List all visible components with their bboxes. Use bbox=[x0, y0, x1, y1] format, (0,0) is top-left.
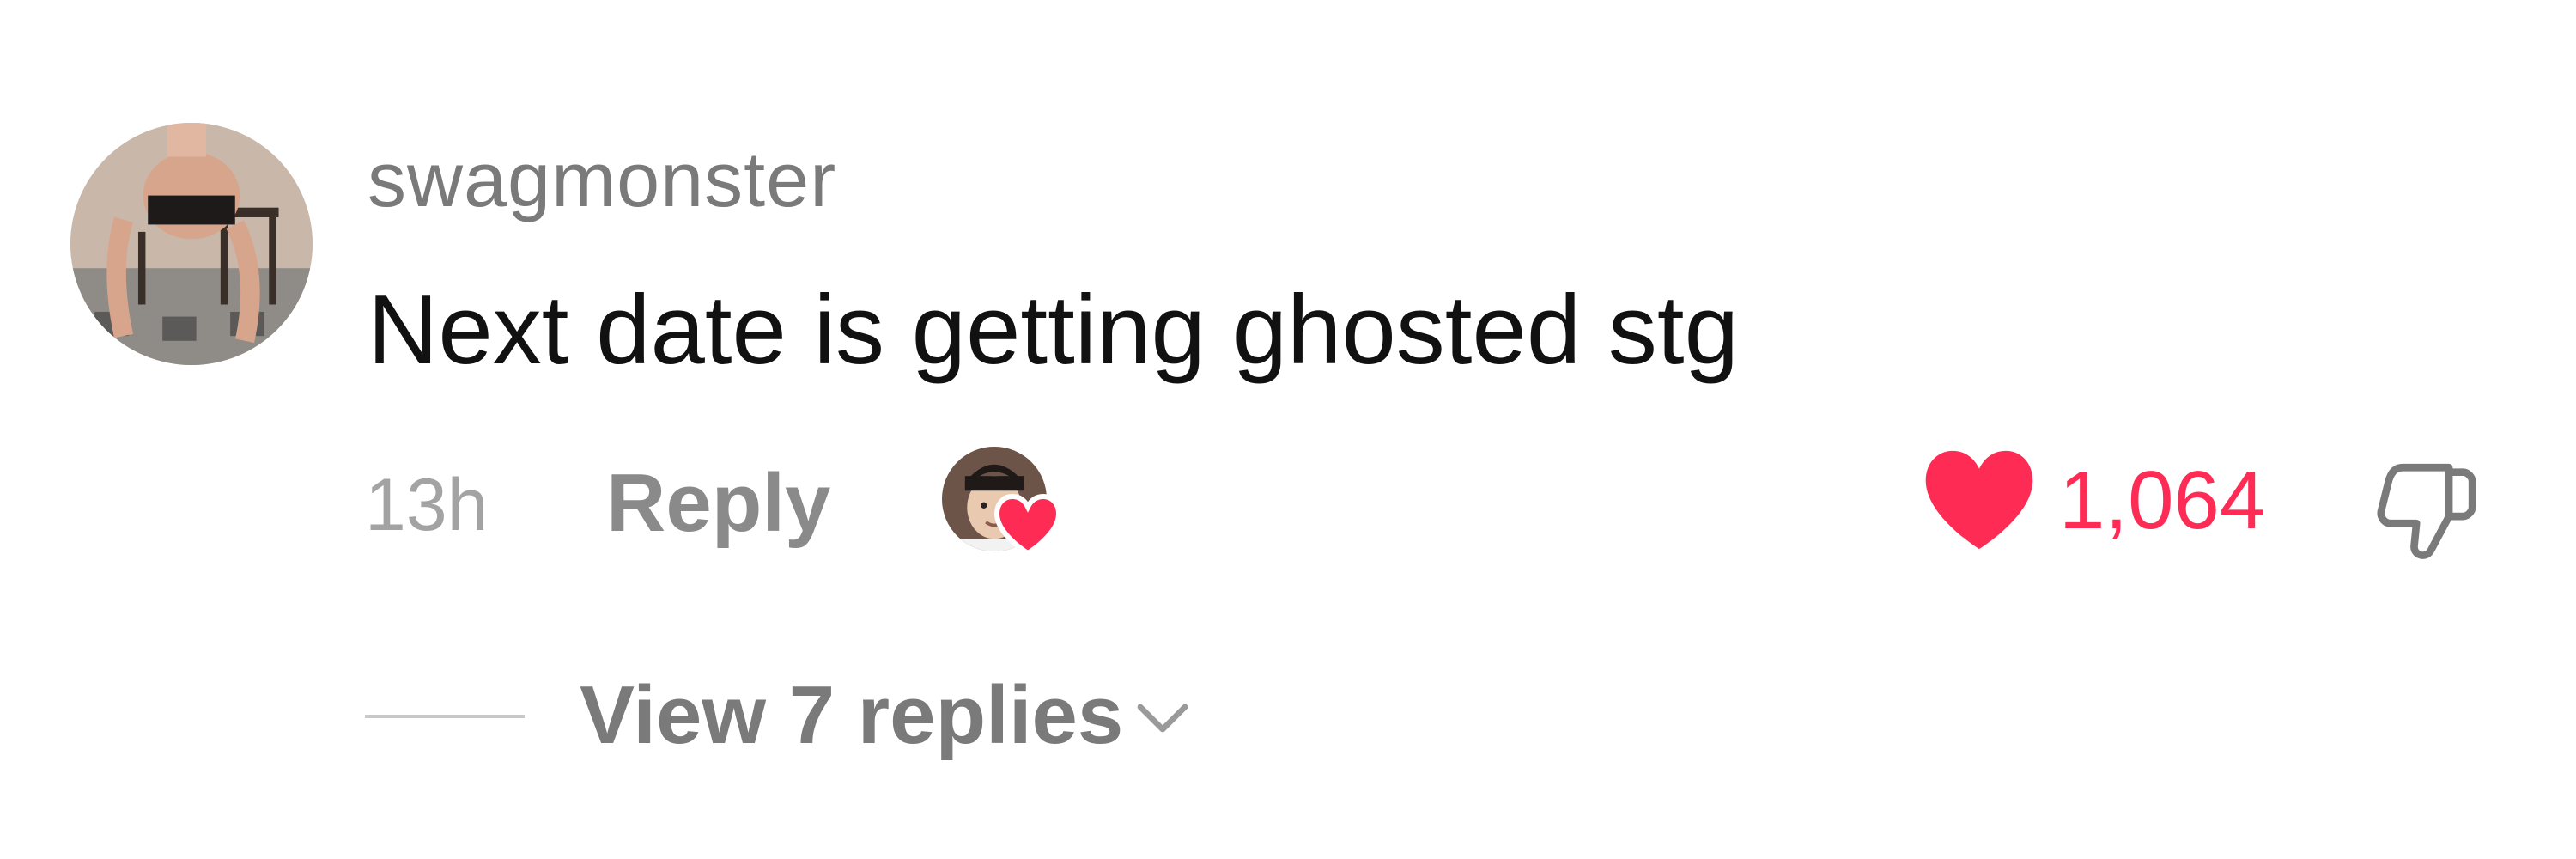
creator-heart-icon bbox=[993, 493, 1062, 557]
heart-icon[interactable] bbox=[1919, 445, 2039, 555]
liked-by-creator-badge bbox=[942, 447, 1062, 558]
comment-username[interactable]: swagmonster bbox=[368, 137, 836, 223]
commenter-avatar[interactable] bbox=[70, 123, 313, 365]
comment-timestamp: 13h bbox=[365, 464, 489, 546]
thumbs-down-icon[interactable] bbox=[2370, 454, 2482, 565]
replies-divider bbox=[365, 715, 525, 718]
chevron-down-icon bbox=[1137, 704, 1188, 733]
reply-button[interactable]: Reply bbox=[606, 456, 830, 551]
comment-text: Next date is getting ghosted stg bbox=[368, 276, 1740, 385]
view-replies-label: View 7 replies bbox=[580, 669, 1124, 761]
comment-item: swagmonster Next date is getting ghosted… bbox=[0, 0, 2576, 859]
like-count: 1,064 bbox=[2059, 454, 2266, 546]
avatar-photo-icon bbox=[70, 123, 313, 365]
view-replies-button[interactable]: View 7 replies bbox=[580, 668, 1192, 763]
